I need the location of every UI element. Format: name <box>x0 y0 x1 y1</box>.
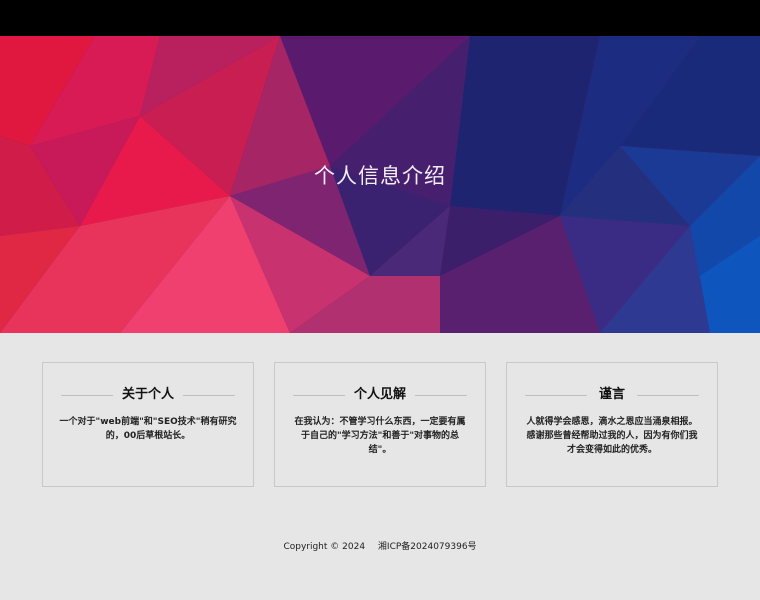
card-header: 关于个人 <box>43 385 253 405</box>
top-bar <box>0 0 760 36</box>
card-text: 一个对于"web前端"和"SEO技术"稍有研究的，00后草根站长。 <box>59 417 237 441</box>
card-about: 关于个人 一个对于"web前端"和"SEO技术"稍有研究的，00后草根站长。 <box>42 362 254 487</box>
hero-banner: 个人信息介绍 <box>0 36 760 333</box>
icp-link[interactable]: 湘ICP备2024079396号 <box>378 542 477 552</box>
title-divider-right <box>415 395 467 396</box>
title-divider-right <box>183 395 235 396</box>
copyright-text: Copyright © 2024 <box>283 542 366 552</box>
card-opinion: 个人见解 在我认为：不管学习什么东西，一定要有属于自己的"学习方法"和善于"对事… <box>274 362 486 487</box>
card-text: 人就得学会感恩，滴水之恩应当涌泉相报。感谢那些曾经帮助过我的人，因为有你们我才会… <box>526 417 698 455</box>
hero-title: 个人信息介绍 <box>314 164 446 188</box>
title-divider-right <box>637 395 699 396</box>
content-area: 关于个人 一个对于"web前端"和"SEO技术"稍有研究的，00后草根站长。 个… <box>0 333 760 600</box>
card-text: 在我认为：不管学习什么东西，一定要有属于自己的"学习方法"和善于"对事物的总结"… <box>294 417 466 455</box>
footer: Copyright © 2024 湘ICP备2024079396号 <box>0 539 760 552</box>
card-header: 个人见解 <box>275 385 485 405</box>
card-motto: 谨言 人就得学会感恩，滴水之恩应当涌泉相报。感谢那些曾经帮助过我的人，因为有你们… <box>506 362 718 487</box>
card-header: 谨言 <box>507 385 717 405</box>
